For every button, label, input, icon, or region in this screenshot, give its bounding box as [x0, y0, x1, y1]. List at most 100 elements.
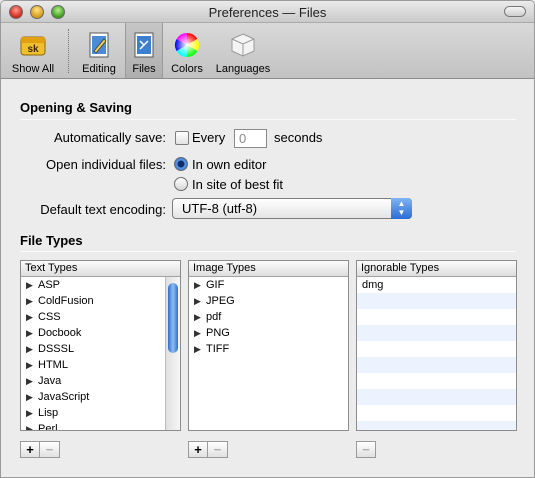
pencil-doc-icon	[89, 32, 109, 58]
remove-image-type-button[interactable]: −	[208, 441, 228, 458]
list-item-label: TIFF	[206, 343, 230, 355]
list-item[interactable]: ▶ ASP	[21, 277, 180, 293]
list-item[interactable]: ▶ PNG	[189, 325, 348, 341]
list-item[interactable]: ▶ JPEG	[189, 293, 348, 309]
list-item-label: Docbook	[38, 327, 82, 339]
disclosure-triangle-icon[interactable]: ▶	[26, 341, 38, 357]
encoding-value: UTF-8 (utf-8)	[182, 201, 258, 216]
list-item[interactable]: ▶ TIFF	[189, 341, 348, 357]
list-item[interactable]	[357, 421, 516, 430]
disclosure-triangle-icon[interactable]: ▶	[194, 293, 206, 309]
section-opening-saving: Opening & Saving	[20, 100, 132, 115]
disclosure-triangle-icon[interactable]: ▶	[194, 309, 206, 325]
list-item[interactable]: ▶ CSS	[21, 309, 180, 325]
list-item[interactable]	[357, 389, 516, 405]
radio-own-editor[interactable]	[174, 157, 188, 171]
image-types-buttons: + −	[188, 441, 228, 458]
disclosure-triangle-icon[interactable]: ▶	[26, 357, 38, 373]
list-item-label: Lisp	[38, 407, 59, 419]
radio-own-editor-label: In own editor	[192, 157, 267, 172]
section-file-types: File Types	[20, 233, 83, 248]
list-item-label: PNG	[206, 327, 230, 339]
list-item-label: Perl	[38, 423, 58, 431]
title-bar[interactable]: Preferences — Files	[1, 1, 534, 23]
svg-text:sk: sk	[27, 44, 39, 55]
disclosure-triangle-icon[interactable]: ▶	[194, 277, 206, 293]
list-item[interactable]	[357, 405, 516, 421]
list-item[interactable]: ▶ HTML	[21, 357, 180, 373]
list-item[interactable]: ▶ Docbook	[21, 325, 180, 341]
preferences-toolbar: sk Show All Editing Files Colors Languag…	[1, 23, 534, 79]
list-item[interactable]	[357, 325, 516, 341]
remove-ignorable-type-button[interactable]: −	[356, 441, 376, 458]
disclosure-triangle-icon[interactable]: ▶	[26, 421, 38, 430]
ignorable-types-rows: dmg	[357, 277, 516, 430]
list-item-label: Java	[38, 375, 62, 387]
toolbar-files[interactable]: Files	[125, 23, 163, 78]
disclosure-triangle-icon[interactable]: ▶	[26, 277, 38, 293]
radio-best-fit[interactable]	[174, 177, 188, 191]
section-divider	[20, 251, 516, 252]
autosave-checkbox[interactable]	[175, 131, 189, 145]
image-types-table[interactable]: Image Types ▶ GIF ▶ JPEG ▶ pdf ▶ PNG ▶ TIFF	[188, 260, 349, 431]
toolbar-label-files: Files	[132, 63, 156, 75]
list-item-label: ASP	[38, 279, 61, 291]
image-types-header[interactable]: Image Types	[189, 261, 348, 277]
autosave-label: Automatically save:	[54, 130, 166, 145]
toolbar-languages[interactable]: Languages	[210, 23, 276, 78]
list-item[interactable]	[357, 341, 516, 357]
list-item-label: pdf	[206, 311, 222, 323]
toolbar-label-colors: Colors	[171, 63, 203, 75]
text-types-scrollbar[interactable]	[165, 277, 180, 430]
toolbar-editing[interactable]: Editing	[74, 23, 124, 78]
disclosure-triangle-icon[interactable]: ▶	[26, 373, 38, 389]
list-item[interactable]: ▶ pdf	[189, 309, 348, 325]
disclosure-triangle-icon[interactable]: ▶	[26, 389, 38, 405]
list-item[interactable]: ▶ Java	[21, 373, 180, 389]
disclosure-triangle-icon[interactable]: ▶	[26, 293, 38, 309]
text-types-header[interactable]: Text Types	[21, 261, 180, 277]
image-types-rows: ▶ GIF ▶ JPEG ▶ pdf ▶ PNG ▶ TIFF	[189, 277, 348, 430]
text-types-table[interactable]: Text Types ▶ ASP ▶ ColdFusion ▶ CSS ▶ Docbook ▶ D…	[20, 260, 181, 431]
section-divider	[20, 119, 516, 120]
list-item[interactable]: ▶ JavaScript	[21, 389, 180, 405]
list-item[interactable]	[357, 357, 516, 373]
list-item[interactable]: ▶ Perl	[21, 421, 180, 431]
list-item[interactable]: ▶ GIF	[189, 277, 348, 293]
toolbar-label-editing: Editing	[82, 63, 116, 75]
add-image-type-button[interactable]: +	[188, 441, 208, 458]
encoding-popup[interactable]: UTF-8 (utf-8) ▲ ▼	[172, 198, 412, 219]
preferences-window: Preferences — Files sk Show All Editing	[0, 0, 535, 478]
list-item-label: HTML	[38, 359, 68, 371]
list-item-label: GIF	[206, 279, 225, 291]
list-item-label: CSS	[38, 311, 61, 323]
list-item[interactable]: ▶ DSSSL	[21, 341, 180, 357]
toolbar-toggle-button[interactable]	[504, 6, 526, 17]
color-wheel-icon	[174, 32, 200, 57]
ignorable-types-header[interactable]: Ignorable Types	[357, 261, 516, 277]
disclosure-triangle-icon[interactable]: ▶	[194, 341, 206, 357]
toolbar-show-all[interactable]: sk Show All	[3, 23, 63, 78]
file-doc-icon	[134, 32, 154, 58]
list-item[interactable]: ▶ ColdFusion	[21, 293, 180, 309]
list-item-label: ColdFusion	[38, 295, 94, 307]
list-item-label: JPEG	[206, 295, 235, 307]
disclosure-triangle-icon[interactable]: ▶	[26, 309, 38, 325]
remove-text-type-button[interactable]: −	[40, 441, 60, 458]
chevron-updown-icon: ▲ ▼	[391, 198, 412, 219]
list-item[interactable]	[357, 309, 516, 325]
text-types-rows: ▶ ASP ▶ ColdFusion ▶ CSS ▶ Docbook ▶ DSSSL ▶ HTML ▶ J…	[21, 277, 180, 430]
list-item[interactable]	[357, 373, 516, 389]
toolbar-label-show-all: Show All	[11, 63, 55, 75]
disclosure-triangle-icon[interactable]: ▶	[26, 405, 38, 421]
scrollbar-thumb[interactable]	[168, 283, 178, 353]
list-item[interactable]: ▶ Lisp	[21, 405, 180, 421]
list-item[interactable]	[357, 293, 516, 309]
ignorable-types-table[interactable]: Ignorable Types dmg	[356, 260, 517, 431]
toolbar-colors[interactable]: Colors	[165, 23, 209, 78]
autosave-seconds-field[interactable]: 0	[234, 129, 267, 148]
disclosure-triangle-icon[interactable]: ▶	[26, 325, 38, 341]
disclosure-triangle-icon[interactable]: ▶	[194, 325, 206, 341]
list-item[interactable]: dmg	[357, 277, 516, 293]
add-text-type-button[interactable]: +	[20, 441, 40, 458]
